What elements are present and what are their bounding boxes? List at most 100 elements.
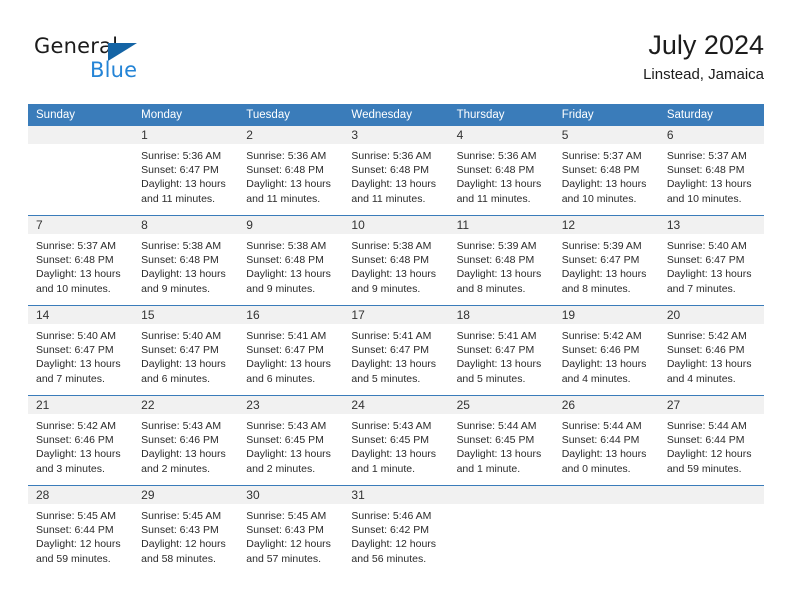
day-cell[interactable]: 4 Sunrise: 5:36 AM Sunset: 6:48 PM Daylight… xyxy=(448,126,554,215)
day-details: Sunrise: 5:37 AM Sunset: 6:48 PM Daylight:… xyxy=(554,144,659,212)
day-detail-line: Sunset: 6:44 PM xyxy=(36,524,114,537)
day-number: 10 xyxy=(343,216,449,234)
day-detail-line: Sunrise: 5:39 AM xyxy=(561,240,642,252)
day-cell[interactable]: 18 Sunrise: 5:41 AM Sunset: 6:47 PM Dayligh… xyxy=(448,306,554,395)
calendar-page: General Blue July 2024 Linstead, Jamaica… xyxy=(0,0,792,612)
day-cell[interactable]: 21 Sunrise: 5:42 AM Sunset: 6:46 PM Dayligh… xyxy=(28,396,134,485)
day-cell[interactable]: 11 Sunrise: 5:39 AM Sunset: 6:48 PM Dayligh… xyxy=(448,216,554,305)
calendar-weeks: 1 Sunrise: 5:36 AM Sunset: 6:47 PM Daylight… xyxy=(28,126,764,575)
day-detail-line: Sunrise: 5:40 AM xyxy=(36,330,116,342)
day-detail-line: Daylight: 13 hours xyxy=(246,178,331,191)
day-detail-line: Daylight: 13 hours xyxy=(456,448,542,461)
day-detail-line: Daylight: 13 hours xyxy=(561,268,647,281)
day-detail-line: Sunrise: 5:39 AM xyxy=(456,240,537,252)
day-number: 28 xyxy=(28,486,134,504)
day-detail-line: Sunrise: 5:41 AM xyxy=(246,330,327,342)
day-detail-line: Daylight: 13 hours xyxy=(246,268,331,281)
general-blue-logo[interactable]: General Blue xyxy=(34,34,254,90)
day-cell[interactable]: 16 Sunrise: 5:41 AM Sunset: 6:47 PM Dayligh… xyxy=(238,306,344,395)
day-detail-line: Sunset: 6:48 PM xyxy=(351,254,430,267)
day-detail-line: Sunset: 6:46 PM xyxy=(561,344,640,357)
day-detail-line: and 3 minutes. xyxy=(36,462,105,475)
logo-word-blue: Blue xyxy=(90,58,138,82)
day-detail-line: and 11 minutes. xyxy=(246,192,321,205)
day-number: 11 xyxy=(448,216,554,234)
day-detail-line: Sunrise: 5:40 AM xyxy=(141,330,222,342)
day-cell[interactable]: 19 Sunrise: 5:42 AM Sunset: 6:46 PM Dayligh… xyxy=(553,306,659,395)
day-detail-line: Daylight: 13 hours xyxy=(351,358,437,371)
day-cell[interactable]: 14 Sunrise: 5:40 AM Sunset: 6:47 PM Dayligh… xyxy=(28,306,134,395)
day-details: Sunrise: 5:36 AM Sunset: 6:48 PM Daylight:… xyxy=(238,144,343,212)
day-number: 21 xyxy=(28,396,134,414)
day-cell[interactable]: 31 Sunrise: 5:46 AM Sunset: 6:42 PM Dayligh… xyxy=(343,486,449,575)
day-cell-empty xyxy=(28,126,134,215)
day-detail-line: Sunrise: 5:42 AM xyxy=(561,330,642,342)
day-cell[interactable]: 5 Sunrise: 5:37 AM Sunset: 6:48 PM Daylight… xyxy=(553,126,659,215)
day-cell[interactable]: 20 Sunrise: 5:42 AM Sunset: 6:46 PM Dayligh… xyxy=(658,306,764,395)
day-cell[interactable]: 13 Sunrise: 5:40 AM Sunset: 6:47 PM Dayligh… xyxy=(658,216,764,305)
day-detail-line: Sunrise: 5:38 AM xyxy=(246,240,327,252)
day-detail-line: Sunset: 6:48 PM xyxy=(456,254,535,267)
day-detail-line: Sunrise: 5:43 AM xyxy=(246,420,327,432)
day-detail-line: Sunrise: 5:37 AM xyxy=(561,150,642,162)
day-cell[interactable]: 1 Sunrise: 5:36 AM Sunset: 6:47 PM Daylight… xyxy=(133,126,239,215)
day-details: Sunrise: 5:43 AM Sunset: 6:45 PM Daylight:… xyxy=(238,414,343,482)
day-detail-line: Daylight: 12 hours xyxy=(141,538,226,551)
day-details: Sunrise: 5:42 AM Sunset: 6:46 PM Daylight:… xyxy=(554,324,659,392)
day-number: 1 xyxy=(133,126,239,144)
day-cell[interactable]: 12 Sunrise: 5:39 AM Sunset: 6:47 PM Dayligh… xyxy=(553,216,659,305)
day-number: 23 xyxy=(238,396,344,414)
day-cell[interactable]: 8 Sunrise: 5:38 AM Sunset: 6:48 PM Daylight… xyxy=(133,216,239,305)
day-cell[interactable]: 22 Sunrise: 5:43 AM Sunset: 6:46 PM Dayligh… xyxy=(133,396,239,485)
day-detail-line: and 11 minutes. xyxy=(456,192,531,205)
day-detail-line: Sunrise: 5:40 AM xyxy=(666,240,747,252)
day-detail-line: and 8 minutes. xyxy=(456,282,526,295)
day-cell[interactable]: 25 Sunrise: 5:44 AM Sunset: 6:45 PM Dayligh… xyxy=(448,396,554,485)
day-number: 22 xyxy=(133,396,239,414)
day-detail-line: Sunset: 6:47 PM xyxy=(141,344,219,357)
day-cell[interactable]: 29 Sunrise: 5:45 AM Sunset: 6:43 PM Dayligh… xyxy=(133,486,239,575)
day-detail-line: Sunrise: 5:36 AM xyxy=(246,150,327,162)
day-detail-line: Sunset: 6:48 PM xyxy=(666,164,745,177)
day-cell[interactable]: 15 Sunrise: 5:40 AM Sunset: 6:47 PM Dayligh… xyxy=(133,306,239,395)
day-detail-line: Daylight: 13 hours xyxy=(141,358,226,371)
day-detail-line: Sunrise: 5:43 AM xyxy=(141,420,222,432)
day-number: 12 xyxy=(553,216,659,234)
day-cell[interactable]: 28 Sunrise: 5:45 AM Sunset: 6:44 PM Dayligh… xyxy=(28,486,134,575)
day-detail-line: and 1 minute. xyxy=(456,462,521,475)
week-row: 28 Sunrise: 5:45 AM Sunset: 6:44 PM Dayligh… xyxy=(28,485,764,575)
day-detail-line: Sunrise: 5:42 AM xyxy=(666,330,747,342)
day-cell[interactable]: 2 Sunrise: 5:36 AM Sunset: 6:48 PM Daylight… xyxy=(238,126,344,215)
day-cell[interactable]: 3 Sunrise: 5:36 AM Sunset: 6:48 PM Daylight… xyxy=(343,126,449,215)
day-details: Sunrise: 5:41 AM Sunset: 6:47 PM Daylight:… xyxy=(449,324,554,392)
day-cell[interactable]: 17 Sunrise: 5:41 AM Sunset: 6:47 PM Dayligh… xyxy=(343,306,449,395)
day-detail-line: and 1 minute. xyxy=(351,462,416,475)
day-details: Sunrise: 5:38 AM Sunset: 6:48 PM Daylight:… xyxy=(133,234,238,302)
day-of-week-wednesday: Wednesday xyxy=(351,109,412,121)
day-cell[interactable]: 6 Sunrise: 5:37 AM Sunset: 6:48 PM Daylight… xyxy=(658,126,764,215)
day-cell[interactable]: 30 Sunrise: 5:45 AM Sunset: 6:43 PM Dayligh… xyxy=(238,486,344,575)
day-cell[interactable]: 23 Sunrise: 5:43 AM Sunset: 6:45 PM Dayligh… xyxy=(238,396,344,485)
day-number: 19 xyxy=(553,306,659,324)
day-detail-line: Sunrise: 5:36 AM xyxy=(141,150,222,162)
day-detail-line: Daylight: 13 hours xyxy=(456,178,542,191)
page-title: July 2024 xyxy=(648,30,764,60)
day-detail-line: Sunset: 6:45 PM xyxy=(351,434,430,447)
day-cell[interactable]: 7 Sunrise: 5:37 AM Sunset: 6:48 PM Daylight… xyxy=(28,216,134,305)
day-cell[interactable]: 27 Sunrise: 5:44 AM Sunset: 6:44 PM Dayligh… xyxy=(658,396,764,485)
day-number: 3 xyxy=(343,126,449,144)
day-detail-line: Sunset: 6:44 PM xyxy=(561,434,640,447)
day-details: Sunrise: 5:45 AM Sunset: 6:43 PM Daylight:… xyxy=(238,504,343,572)
day-cell[interactable]: 24 Sunrise: 5:43 AM Sunset: 6:45 PM Dayligh… xyxy=(343,396,449,485)
day-details: Sunrise: 5:38 AM Sunset: 6:48 PM Daylight:… xyxy=(238,234,343,302)
day-detail-line: and 6 minutes. xyxy=(246,372,316,385)
day-cell[interactable]: 10 Sunrise: 5:38 AM Sunset: 6:48 PM Dayligh… xyxy=(343,216,449,305)
day-number: 5 xyxy=(553,126,659,144)
day-detail-line: Daylight: 13 hours xyxy=(351,448,437,461)
day-cell[interactable]: 9 Sunrise: 5:38 AM Sunset: 6:48 PM Daylight… xyxy=(238,216,344,305)
day-details: Sunrise: 5:40 AM Sunset: 6:47 PM Daylight:… xyxy=(133,324,238,392)
day-detail-line: Sunset: 6:48 PM xyxy=(36,254,114,267)
day-cell[interactable]: 26 Sunrise: 5:44 AM Sunset: 6:44 PM Dayligh… xyxy=(553,396,659,485)
day-number: 4 xyxy=(448,126,554,144)
day-detail-line: Sunrise: 5:45 AM xyxy=(36,510,116,522)
